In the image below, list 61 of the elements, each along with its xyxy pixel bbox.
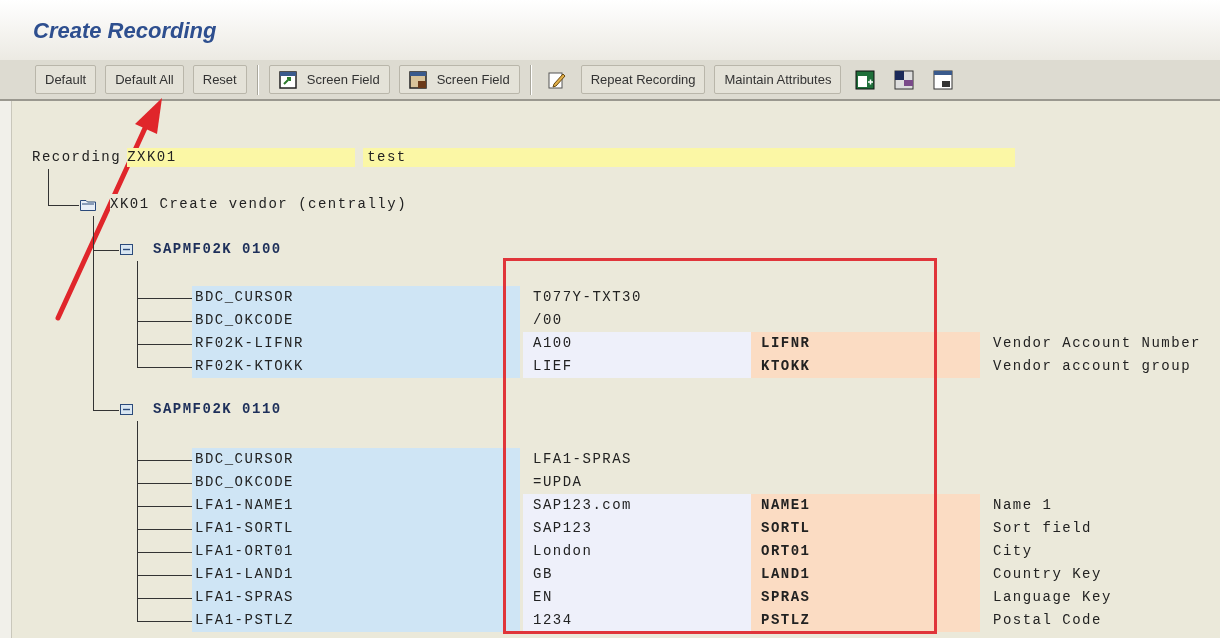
value-field: SAP123.com	[523, 494, 751, 517]
field-name-cell: RF02K-LIFNR	[192, 332, 520, 355]
field-name-cell: LFA1-LAND1	[192, 563, 520, 586]
field-name-cell: LIFNR	[751, 332, 980, 355]
field-name-cell: LFA1-SORTL	[192, 517, 520, 540]
window-icon	[408, 70, 427, 89]
value-field: 1234	[523, 609, 751, 632]
field-description: Language Key	[992, 588, 1112, 607]
toolbar-button[interactable]: Default	[35, 65, 97, 94]
value-field: SAP123	[523, 517, 751, 540]
field-name-cell: BDC_OKCODE	[192, 471, 520, 494]
recording-name-field: ZXK01	[127, 148, 356, 167]
field-description: Postal Code	[992, 611, 1102, 630]
toolbar-button[interactable]: Screen Field	[398, 65, 520, 94]
value-field: GB	[523, 563, 751, 586]
value-field: London	[523, 540, 751, 563]
folder-icon[interactable]	[80, 198, 96, 211]
screen-title: SAPMF02K 0110	[153, 400, 282, 419]
field-name-cell: BDC_CURSOR	[192, 448, 520, 471]
field-name-cell: LFA1-PSTLZ	[192, 609, 520, 632]
field-name-cell: RF02K-KTOKK	[192, 355, 520, 378]
screen-title: SAPMF02K 0100	[153, 240, 282, 259]
window-title: Create Recording	[33, 16, 217, 45]
field-description: Vendor Account Number	[992, 334, 1201, 353]
field-name-cell: NAME1	[751, 494, 980, 517]
field-name-cell: LFA1-ORT01	[192, 540, 520, 563]
value-cell-text: LFA1-SPRAS	[532, 450, 633, 469]
toolbar-button[interactable]: Repeat Recording	[580, 65, 706, 94]
field-name-cell: PSTLZ	[751, 609, 980, 632]
field-description: City	[992, 542, 1033, 561]
field-description: Sort field	[992, 519, 1092, 538]
window-icon	[278, 70, 297, 89]
collapse-icon[interactable]	[120, 404, 133, 415]
window-icon[interactable]	[855, 69, 876, 90]
field-name-cell: BDC_OKCODE	[192, 309, 520, 332]
field-description: Vendor account group	[992, 357, 1192, 376]
value-field: LIEF	[523, 355, 751, 378]
field-description: Name 1	[992, 496, 1053, 515]
collapse-icon[interactable]	[120, 244, 133, 255]
value-cell-text: T077Y-TXT30	[532, 288, 643, 307]
field-name-cell: LAND1	[751, 563, 980, 586]
field-name-cell: BDC_CURSOR	[192, 286, 520, 309]
recording-label: Recording	[32, 148, 123, 167]
field-name-cell: SORTL	[751, 517, 980, 540]
field-name-cell: LFA1-NAME1	[192, 494, 520, 517]
value-field: EN	[523, 586, 751, 609]
value-cell-text: =UPDA	[532, 473, 584, 492]
toolbar-button[interactable]: Maintain Attributes	[714, 65, 842, 94]
value-cell-text: /00	[532, 311, 564, 330]
toolbar-button[interactable]: Reset	[192, 65, 247, 94]
window-icon[interactable]	[933, 69, 954, 90]
field-name-cell: SPRAS	[751, 586, 980, 609]
toolbar-button[interactable]: Screen Field	[268, 65, 390, 94]
toolbar-button[interactable]: Default All	[105, 65, 184, 94]
field-name-cell: LFA1-SPRAS	[192, 586, 520, 609]
field-name-cell: KTOKK	[751, 355, 980, 378]
edit-icon[interactable]	[546, 69, 567, 90]
value-field: A100	[523, 332, 751, 355]
window-icon[interactable]	[894, 69, 915, 90]
field-name-cell: ORT01	[751, 540, 980, 563]
field-description: Country Key	[992, 565, 1102, 584]
